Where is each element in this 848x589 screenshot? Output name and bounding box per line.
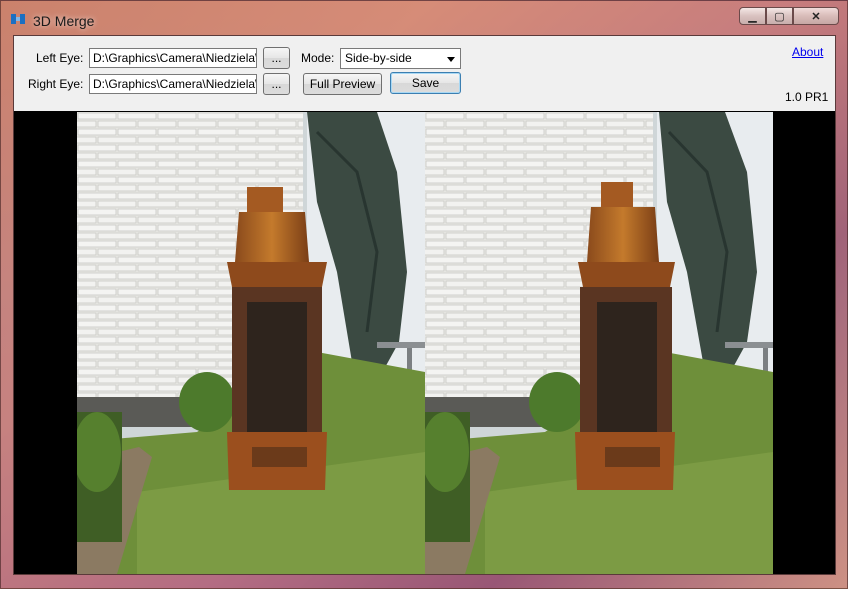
caption-buttons: ▁ ▢ ✕ [739, 7, 839, 26]
mode-select[interactable]: Side-by-side [340, 48, 461, 69]
right-eye-photo [425, 112, 773, 574]
mode-value: Side-by-side [345, 51, 412, 65]
left-eye-image [77, 112, 425, 574]
close-button[interactable]: ✕ [793, 7, 839, 25]
version-label: 1.0 PR1 [785, 90, 829, 104]
left-eye-browse-button[interactable]: ... [263, 47, 290, 69]
maximize-icon: ▢ [774, 10, 785, 23]
right-eye-image [425, 112, 773, 574]
close-icon: ✕ [811, 10, 821, 23]
left-eye-label: Left Eye: [36, 51, 84, 65]
minimize-button[interactable]: ▁ [739, 7, 766, 25]
right-eye-label: Right Eye: [28, 77, 84, 91]
right-eye-browse-button[interactable]: ... [263, 73, 290, 95]
minimize-icon: ▁ [748, 10, 757, 23]
left-eye-path-input[interactable]: D:\Graphics\Camera\Niedziela\ko [89, 48, 257, 68]
right-eye-path-input[interactable]: D:\Graphics\Camera\Niedziela\ko [89, 74, 257, 94]
save-button[interactable]: Save [390, 72, 461, 94]
window-title: 3D Merge [33, 13, 95, 29]
app-icon [11, 14, 25, 24]
app-window: 3D Merge ▁ ▢ ✕ Left Eye: D:\Graphics\Cam… [0, 0, 848, 589]
chevron-down-icon [447, 57, 455, 62]
mode-label: Mode: [301, 51, 335, 65]
maximize-button[interactable]: ▢ [766, 7, 793, 25]
client-area: Left Eye: D:\Graphics\Camera\Niedziela\k… [13, 35, 836, 575]
stereo-preview [77, 112, 773, 574]
full-preview-button[interactable]: Full Preview [303, 73, 382, 95]
about-link[interactable]: About [792, 45, 823, 59]
toolbar: Left Eye: D:\Graphics\Camera\Niedziela\k… [14, 36, 835, 111]
title-bar[interactable]: 3D Merge ▁ ▢ ✕ [1, 1, 848, 35]
left-eye-photo [77, 112, 425, 574]
